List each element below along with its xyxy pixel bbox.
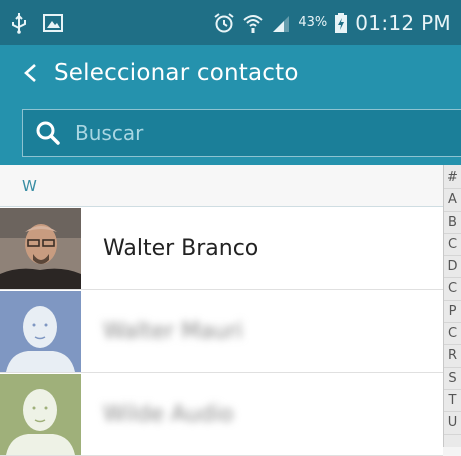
index-letter[interactable]: R	[444, 345, 461, 368]
status-left-icons	[10, 12, 64, 34]
battery-charging-icon	[334, 12, 348, 34]
alphabet-index[interactable]: # A B C D C P C R S T U	[443, 165, 461, 447]
contact-name: Wilde Audio	[103, 401, 234, 427]
section-letter: W	[22, 176, 37, 195]
index-letter[interactable]: P	[444, 301, 461, 324]
search-box[interactable]	[22, 109, 461, 157]
page-title: Seleccionar contacto	[54, 60, 299, 86]
status-time: 01:12 PM	[355, 10, 451, 35]
contact-photo-avatar	[0, 207, 81, 289]
contact-row[interactable]: Walter Branco	[0, 207, 443, 290]
contact-name: Walter Branco	[103, 235, 259, 261]
contact-list: W Walter Branco Walter Mauri Wilde Audio	[0, 165, 443, 456]
contact-row[interactable]: Walter Mauri	[0, 290, 443, 373]
usb-icon	[10, 12, 28, 34]
search-icon	[35, 120, 61, 146]
alarm-icon	[213, 12, 235, 34]
index-letter[interactable]: D	[444, 256, 461, 279]
wifi-icon	[242, 12, 264, 34]
index-letter[interactable]: #	[444, 167, 461, 190]
search-input[interactable]	[73, 120, 417, 146]
signal-icon	[271, 13, 291, 33]
default-avatar-icon	[0, 373, 81, 455]
index-letter[interactable]: U	[444, 412, 461, 435]
index-letter[interactable]: C	[444, 278, 461, 301]
back-arrow-icon[interactable]	[20, 62, 42, 84]
index-letter[interactable]: A	[444, 189, 461, 212]
default-avatar-icon	[0, 290, 81, 372]
index-letter[interactable]: C	[444, 323, 461, 346]
contact-name: Walter Mauri	[103, 318, 243, 344]
section-header: W	[0, 165, 443, 207]
contact-row[interactable]: Wilde Audio	[0, 373, 443, 456]
status-bar: 43% 01:12 PM	[0, 0, 461, 45]
gallery-icon	[42, 13, 64, 33]
index-letter[interactable]: T	[444, 390, 461, 413]
battery-percent: 43%	[298, 15, 328, 30]
index-letter[interactable]: S	[444, 368, 461, 390]
title-bar: Seleccionar contacto	[0, 45, 461, 101]
index-letter[interactable]: C	[444, 234, 461, 257]
index-letter[interactable]: B	[444, 212, 461, 234]
status-right: 43% 01:12 PM	[213, 11, 451, 35]
search-area	[0, 101, 461, 165]
